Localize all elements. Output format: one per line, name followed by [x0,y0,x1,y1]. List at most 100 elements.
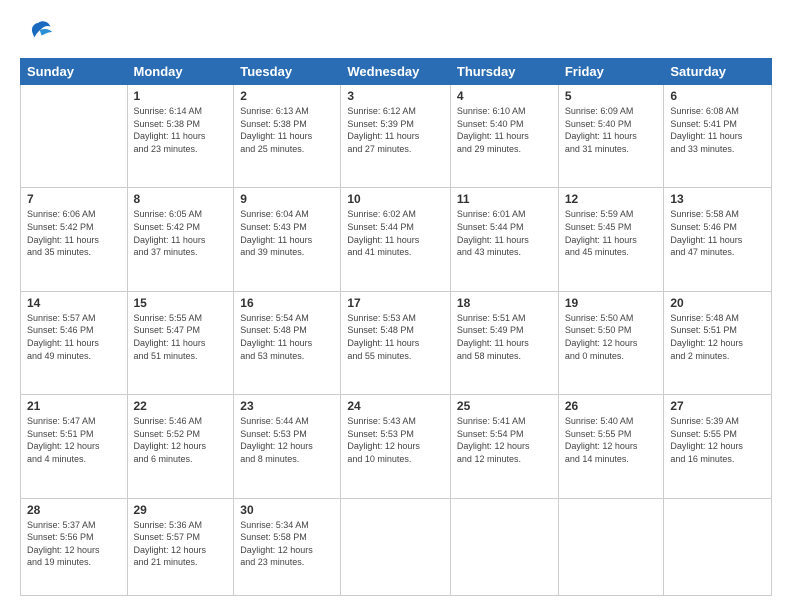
weekday-header-thursday: Thursday [450,59,558,85]
day-cell [341,498,451,595]
day-number: 25 [457,399,552,413]
day-cell: 22 Sunrise: 5:46 AM Sunset: 5:52 PM Dayli… [127,395,234,498]
day-cell: 25 Sunrise: 5:41 AM Sunset: 5:54 PM Dayli… [450,395,558,498]
day-number: 9 [240,192,334,206]
weekday-header-row: SundayMondayTuesdayWednesdayThursdayFrid… [21,59,772,85]
day-info: Sunrise: 5:57 AM Sunset: 5:46 PM Dayligh… [27,312,121,362]
day-cell: 17 Sunrise: 5:53 AM Sunset: 5:48 PM Dayli… [341,291,451,394]
week-row-1: 1 Sunrise: 6:14 AM Sunset: 5:38 PM Daylig… [21,85,772,188]
weekday-header-monday: Monday [127,59,234,85]
day-cell: 2 Sunrise: 6:13 AM Sunset: 5:38 PM Daylig… [234,85,341,188]
day-info: Sunrise: 6:05 AM Sunset: 5:42 PM Dayligh… [134,208,228,258]
day-info: Sunrise: 5:41 AM Sunset: 5:54 PM Dayligh… [457,415,552,465]
day-cell: 1 Sunrise: 6:14 AM Sunset: 5:38 PM Daylig… [127,85,234,188]
day-number: 18 [457,296,552,310]
day-cell: 14 Sunrise: 5:57 AM Sunset: 5:46 PM Dayli… [21,291,128,394]
day-cell [21,85,128,188]
day-cell: 20 Sunrise: 5:48 AM Sunset: 5:51 PM Dayli… [664,291,772,394]
logo [20,16,54,48]
day-cell: 15 Sunrise: 5:55 AM Sunset: 5:47 PM Dayli… [127,291,234,394]
day-number: 8 [134,192,228,206]
day-number: 26 [565,399,658,413]
day-cell: 21Sunrise: 5:47 AM Sunset: 5:51 PM Dayli… [21,395,128,498]
day-cell: 30 Sunrise: 5:34 AM Sunset: 5:58 PM Dayli… [234,498,341,595]
week-row-2: 7 Sunrise: 6:06 AM Sunset: 5:42 PM Daylig… [21,188,772,291]
day-cell: 26 Sunrise: 5:40 AM Sunset: 5:55 PM Dayli… [558,395,664,498]
day-number: 29 [134,503,228,517]
day-number: 2 [240,89,334,103]
day-number: 5 [565,89,658,103]
day-cell: 4Sunrise: 6:10 AM Sunset: 5:40 PM Daylig… [450,85,558,188]
weekday-header-friday: Friday [558,59,664,85]
day-number: 7 [27,192,121,206]
day-number: 13 [670,192,765,206]
day-info: Sunrise: 6:06 AM Sunset: 5:42 PM Dayligh… [27,208,121,258]
day-info: Sunrise: 6:12 AM Sunset: 5:39 PM Dayligh… [347,105,444,155]
day-number: 14 [27,296,121,310]
day-cell [558,498,664,595]
weekday-header-tuesday: Tuesday [234,59,341,85]
day-number: 17 [347,296,444,310]
day-cell [664,498,772,595]
day-cell: 28 Sunrise: 5:37 AM Sunset: 5:56 PM Dayli… [21,498,128,595]
week-row-3: 14 Sunrise: 5:57 AM Sunset: 5:46 PM Dayli… [21,291,772,394]
day-info: Sunrise: 6:04 AM Sunset: 5:43 PM Dayligh… [240,208,334,258]
day-number: 27 [670,399,765,413]
day-info: Sunrise: 5:34 AM Sunset: 5:58 PM Dayligh… [240,519,334,569]
day-cell: 5 Sunrise: 6:09 AM Sunset: 5:40 PM Daylig… [558,85,664,188]
day-number: 6 [670,89,765,103]
day-number: 20 [670,296,765,310]
day-info: Sunrise: 5:46 AM Sunset: 5:52 PM Dayligh… [134,415,228,465]
day-info: Sunrise: 6:13 AM Sunset: 5:38 PM Dayligh… [240,105,334,155]
day-info: Sunrise: 5:37 AM Sunset: 5:56 PM Dayligh… [27,519,121,569]
day-info: Sunrise: 5:36 AM Sunset: 5:57 PM Dayligh… [134,519,228,569]
day-cell: 9 Sunrise: 6:04 AM Sunset: 5:43 PM Daylig… [234,188,341,291]
day-cell: 24 Sunrise: 5:43 AM Sunset: 5:53 PM Dayli… [341,395,451,498]
day-info: Sunrise: 5:50 AM Sunset: 5:50 PM Dayligh… [565,312,658,362]
day-info: Sunrise: 5:48 AM Sunset: 5:51 PM Dayligh… [670,312,765,362]
header [20,16,772,48]
weekday-header-wednesday: Wednesday [341,59,451,85]
week-row-5: 28 Sunrise: 5:37 AM Sunset: 5:56 PM Dayli… [21,498,772,595]
day-info: Sunrise: 5:55 AM Sunset: 5:47 PM Dayligh… [134,312,228,362]
day-info: Sunrise: 5:44 AM Sunset: 5:53 PM Dayligh… [240,415,334,465]
day-number: 11 [457,192,552,206]
day-number: 28 [27,503,121,517]
day-number: 3 [347,89,444,103]
calendar: SundayMondayTuesdayWednesdayThursdayFrid… [20,58,772,596]
day-number: 15 [134,296,228,310]
day-cell: 3 Sunrise: 6:12 AM Sunset: 5:39 PM Daylig… [341,85,451,188]
day-number: 22 [134,399,228,413]
day-cell [450,498,558,595]
day-info: Sunrise: 5:59 AM Sunset: 5:45 PM Dayligh… [565,208,658,258]
day-cell: 8 Sunrise: 6:05 AM Sunset: 5:42 PM Daylig… [127,188,234,291]
logo-bird-icon [22,16,54,48]
day-info: Sunrise: 5:43 AM Sunset: 5:53 PM Dayligh… [347,415,444,465]
day-cell: 16Sunrise: 5:54 AM Sunset: 5:48 PM Dayli… [234,291,341,394]
day-number: 10 [347,192,444,206]
day-cell: 12 Sunrise: 5:59 AM Sunset: 5:45 PM Dayli… [558,188,664,291]
day-info: Sunrise: 5:53 AM Sunset: 5:48 PM Dayligh… [347,312,444,362]
weekday-header-sunday: Sunday [21,59,128,85]
day-number: 1 [134,89,228,103]
day-cell: 18Sunrise: 5:51 AM Sunset: 5:49 PM Dayli… [450,291,558,394]
day-cell: 13 Sunrise: 5:58 AM Sunset: 5:46 PM Dayli… [664,188,772,291]
day-cell: 27 Sunrise: 5:39 AM Sunset: 5:55 PM Dayli… [664,395,772,498]
day-info: Sunrise: 5:39 AM Sunset: 5:55 PM Dayligh… [670,415,765,465]
day-number: 16 [240,296,334,310]
day-info: Sunrise: 6:09 AM Sunset: 5:40 PM Dayligh… [565,105,658,155]
day-number: 24 [347,399,444,413]
weekday-header-saturday: Saturday [664,59,772,85]
day-number: 30 [240,503,334,517]
day-info: Sunrise: 5:58 AM Sunset: 5:46 PM Dayligh… [670,208,765,258]
day-info: Sunrise: 5:40 AM Sunset: 5:55 PM Dayligh… [565,415,658,465]
day-cell: 10Sunrise: 6:02 AM Sunset: 5:44 PM Dayli… [341,188,451,291]
day-cell: 29 Sunrise: 5:36 AM Sunset: 5:57 PM Dayli… [127,498,234,595]
day-number: 12 [565,192,658,206]
day-info: Sunrise: 6:14 AM Sunset: 5:38 PM Dayligh… [134,105,228,155]
page: SundayMondayTuesdayWednesdayThursdayFrid… [0,0,792,612]
day-info: Sunrise: 6:01 AM Sunset: 5:44 PM Dayligh… [457,208,552,258]
day-cell: 6Sunrise: 6:08 AM Sunset: 5:41 PM Daylig… [664,85,772,188]
week-row-4: 21Sunrise: 5:47 AM Sunset: 5:51 PM Dayli… [21,395,772,498]
day-info: Sunrise: 6:10 AM Sunset: 5:40 PM Dayligh… [457,105,552,155]
